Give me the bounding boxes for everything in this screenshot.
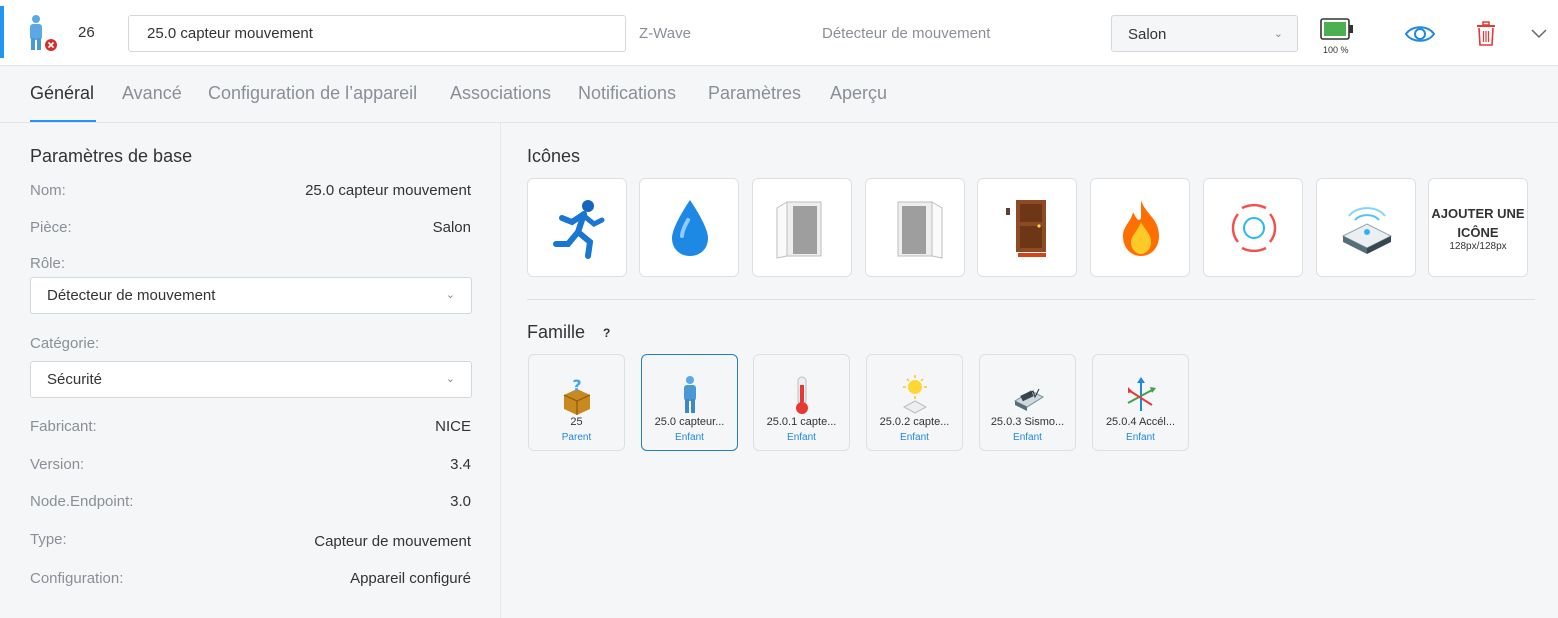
icons-title: Icônes [527, 146, 581, 166]
icon-option[interactable] [865, 178, 965, 277]
device-id: 26 [78, 24, 95, 41]
category-label: Catégorie: [30, 335, 100, 352]
alarm-ring-icon [1231, 203, 1277, 253]
endpoint-label: Node.Endpoint: [30, 493, 134, 510]
family-item-relation: Enfant [675, 432, 704, 443]
category-select[interactable]: Sécurité ⌄ [30, 361, 472, 398]
eye-icon[interactable] [1404, 20, 1436, 48]
tab-notifications[interactable]: Notifications [578, 83, 676, 104]
icon-option[interactable] [639, 178, 739, 277]
trash-icon[interactable] [1475, 20, 1497, 48]
icons-family-panel: Icônes AJOUTER UNE ICÔNE 128px/128px Fam… [502, 123, 1558, 618]
tab-associations[interactable]: Associations [450, 83, 551, 104]
wooden-door-icon [1006, 200, 1046, 257]
box-question-icon: ? [563, 376, 591, 415]
icon-option[interactable] [752, 178, 852, 277]
family-item-name: 25 [570, 416, 583, 428]
name-value: 25.0 capteur mouvement [305, 182, 471, 199]
room-value: Salon [432, 219, 471, 236]
protocol-label: Z-Wave [639, 25, 691, 42]
manufacturer-label: Fabricant: [30, 418, 97, 435]
family-item-child[interactable]: 25.0.2 capte... Enfant [866, 354, 963, 451]
basic-parameters-panel: Paramètres de base Nom: 25.0 capteur mou… [0, 123, 501, 618]
endpoint-value: 3.0 [450, 493, 471, 510]
icon-option[interactable] [977, 178, 1077, 277]
water-drop-icon [672, 200, 708, 256]
active-tab-indicator [30, 120, 96, 122]
family-item-name: 25.0 capteur... [654, 416, 725, 428]
family-item-name: 25.0.4 Accél... [1105, 416, 1176, 428]
role-select[interactable]: Détecteur de mouvement ⌄ [30, 277, 472, 314]
tab-parameters[interactable]: Paramètres [708, 83, 801, 104]
device-type-label: Détecteur de mouvement [822, 25, 991, 42]
thermometer-icon [796, 376, 808, 414]
family-item-relation: Enfant [1013, 432, 1042, 443]
tab-bar: Général Avancé Configuration de l’appare… [0, 66, 1558, 123]
family-item-relation: Enfant [787, 432, 816, 443]
section-divider [527, 299, 1535, 300]
role-select-value: Détecteur de mouvement [47, 287, 216, 304]
name-label: Nom: [30, 182, 66, 199]
chevron-down-icon: ⌄ [445, 373, 455, 385]
svg-text:?: ? [572, 376, 581, 395]
tab-advanced[interactable]: Avancé [122, 83, 182, 104]
help-icon[interactable]: ? [603, 326, 610, 340]
room-select[interactable]: Salon ⌄ [1111, 15, 1298, 52]
family-item-relation: Enfant [900, 432, 929, 443]
icon-option[interactable] [1090, 178, 1190, 277]
family-item-name: 25.0.1 capte... [766, 416, 837, 428]
family-item-relation: Parent [561, 432, 592, 443]
chevron-down-icon[interactable] [1530, 26, 1548, 40]
version-value: 3.4 [450, 456, 471, 473]
chevron-down-icon: ⌄ [445, 289, 455, 301]
manufacturer-value: NICE [435, 418, 471, 435]
add-icon-button[interactable]: AJOUTER UNE ICÔNE 128px/128px [1428, 178, 1528, 277]
seismometer-icon [1013, 388, 1045, 411]
person-icon [684, 376, 696, 413]
configuration-value: Appareil configuré [350, 570, 471, 587]
section-title: Paramètres de base [30, 146, 193, 166]
tab-general[interactable]: Général [30, 83, 94, 104]
battery-icon [1320, 17, 1354, 41]
accelerometer-icon [1127, 377, 1156, 411]
family-item-parent[interactable]: ? 25 Parent [528, 354, 625, 451]
room-label: Pièce: [30, 219, 72, 236]
role-label: Rôle: [30, 255, 66, 272]
family-title: Famille [527, 322, 586, 342]
battery-level-label: 100 % [1323, 45, 1349, 55]
header-accent-bar [0, 6, 4, 58]
person-icon [24, 14, 60, 54]
error-badge-icon [45, 39, 57, 51]
family-item-child[interactable]: 25.0.4 Accél... Enfant [1092, 354, 1189, 451]
family-item-name: 25.0.2 capte... [879, 416, 950, 428]
icon-option[interactable] [1316, 178, 1416, 277]
room-select-value: Salon [1128, 26, 1167, 43]
running-person-icon [553, 200, 605, 259]
family-item-child[interactable]: 25.0 capteur... Enfant [641, 354, 738, 451]
tab-device-configuration[interactable]: Configuration de l’appareil [208, 83, 417, 104]
family-item-child[interactable]: 25.0.1 capte... Enfant [753, 354, 850, 451]
chevron-down-icon: ⌄ [1273, 28, 1283, 40]
door-open-right-icon [897, 201, 943, 259]
family-item-child[interactable]: 25.0.3 Sismo... Enfant [979, 354, 1076, 451]
light-sensor-icon [902, 375, 928, 414]
icon-option[interactable] [527, 178, 627, 277]
add-icon-size: 128px/128px [1449, 241, 1507, 252]
family-item-relation: Enfant [1126, 432, 1155, 443]
sensor-device-icon [1341, 207, 1393, 254]
device-header: 26 Z-Wave Détecteur de mouvement Salon ⌄… [0, 0, 1558, 66]
version-label: Version: [30, 456, 85, 473]
configuration-label: Configuration: [30, 570, 124, 587]
device-name-input[interactable] [128, 15, 626, 52]
icon-option[interactable] [1203, 178, 1303, 277]
tab-preview[interactable]: Aperçu [830, 83, 887, 104]
family-item-name: 25.0.3 Sismo... [990, 416, 1065, 428]
type-value: Capteur de mouvement [314, 533, 471, 550]
category-select-value: Sécurité [47, 371, 103, 388]
fire-icon [1123, 200, 1159, 256]
type-label: Type: [30, 531, 67, 548]
add-icon-label: AJOUTER UNE ICÔNE [1431, 206, 1525, 240]
door-open-icon [776, 201, 822, 259]
